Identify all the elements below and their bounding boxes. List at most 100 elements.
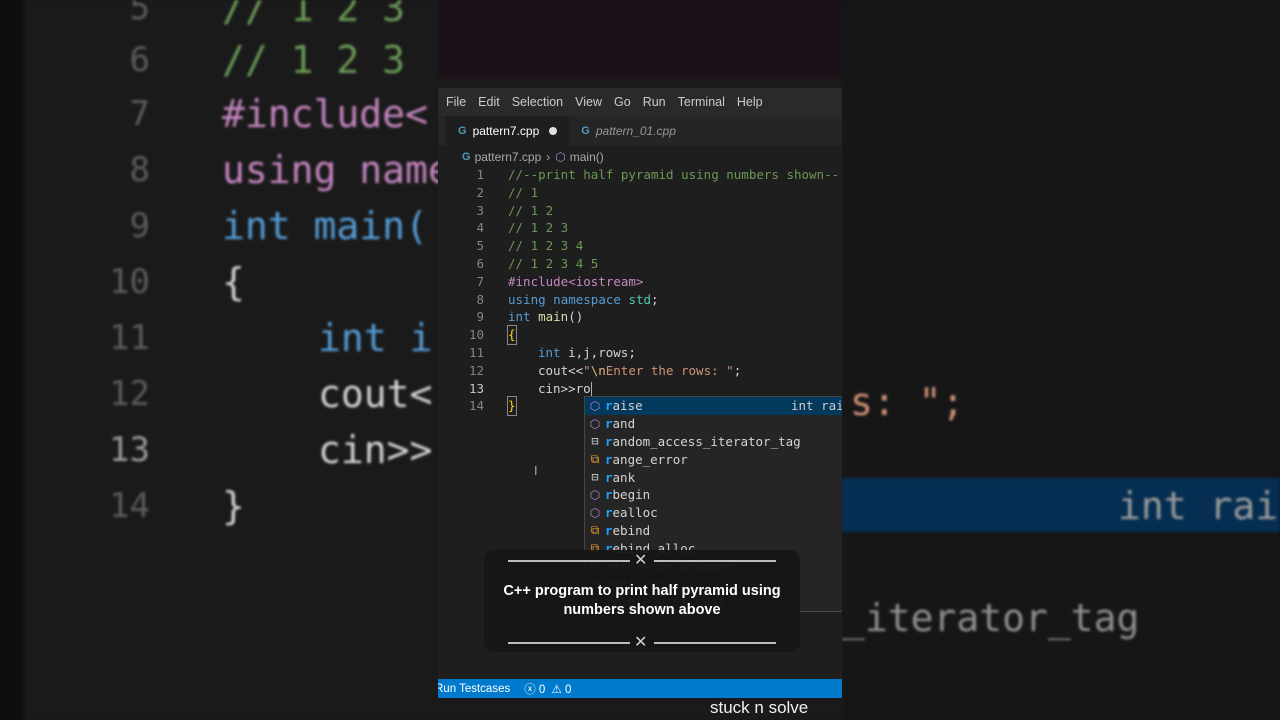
breadcrumb-file[interactable]: pattern7.cpp [475, 150, 542, 164]
background-top-band [438, 0, 842, 78]
unsaved-dot-icon[interactable] [549, 127, 558, 135]
function-name: main [538, 309, 569, 325]
tab-pattern7[interactable]: G pattern7.cpp [446, 116, 570, 146]
line-number: 5 [476, 238, 484, 254]
run-testcases-button[interactable]: Run Testcases [438, 683, 510, 695]
code-line: 11 int i,j,rows; [438, 344, 842, 362]
code-text: // 1 2 3 4 5 [508, 256, 599, 271]
background-code-text: cout< [318, 372, 433, 416]
warning-count: 0 [565, 683, 572, 696]
background-code-text: } [222, 484, 245, 528]
suggestion-match: r [605, 505, 613, 521]
close-x-icon: ✕ [634, 550, 648, 569]
suggestion-item[interactable]: ⊟ r andom_access_iterator_tag [585, 433, 842, 451]
background-line-number: 10 [109, 262, 150, 302]
cpp-file-icon: G [581, 125, 590, 137]
method-cube-icon: ⬡ [589, 505, 601, 520]
suggestion-label: begin [612, 487, 651, 503]
background-code-text: using name [222, 148, 451, 192]
background-left-edge [0, 0, 24, 720]
suggestion-label: ank [612, 469, 636, 485]
code-text: cin>>ro [538, 380, 592, 398]
code-line: 8 using namespace std; [438, 291, 842, 309]
suggestion-item[interactable]: ⬡ r and [585, 415, 842, 433]
code-text: //--print half pyramid using numbers sho… [508, 167, 840, 182]
line-number: 2 [476, 184, 484, 200]
menu-edit[interactable]: Edit [472, 88, 506, 116]
background-line-number: 6 [129, 40, 150, 80]
menu-terminal[interactable]: Terminal [672, 88, 731, 116]
code-text: cout<<"\nEnter the rows: "; [538, 362, 741, 380]
method-cube-icon: ⬡ [589, 398, 601, 413]
struct-icon: ⊟ [591, 470, 599, 485]
background-code-text: cin>> [318, 428, 433, 472]
tab-label: pattern_01.cpp [595, 124, 676, 138]
line-number: 8 [476, 291, 484, 307]
caption-rule [508, 642, 630, 644]
menu-selection[interactable]: Selection [506, 88, 569, 116]
background-line-number: 9 [129, 206, 150, 246]
class-icon: ⧉ [590, 451, 600, 466]
background-line-number: 8 [129, 150, 150, 190]
tab-pattern-01[interactable]: G pattern_01.cpp [569, 116, 688, 146]
suggestion-label: ebind [612, 522, 651, 538]
code-text: int main() [508, 308, 583, 326]
ibeam-cursor-icon: I [534, 464, 538, 478]
suggestion-label: andom_access_iterator_tag [612, 433, 801, 449]
background-code-text: { [222, 260, 245, 304]
caption-line-1: C++ program to print half pyramid using [503, 583, 781, 599]
code-line: 9 int main() [438, 308, 842, 326]
escape-sequence: \n [590, 362, 606, 378]
caption-rule [508, 560, 630, 562]
line-number: 7 [476, 273, 484, 289]
line-number: 13 [468, 380, 484, 396]
menu-go[interactable]: Go [608, 88, 637, 116]
suggestion-item[interactable]: ⧉ r ebind [585, 522, 842, 540]
code-text: #include<iostream> [508, 273, 644, 289]
cin-statement: cin>>ro [538, 380, 591, 396]
menu-view[interactable]: View [569, 88, 608, 116]
caption-rule [654, 560, 776, 562]
code-text: // 1 2 [508, 202, 554, 218]
menu-help[interactable]: Help [731, 88, 769, 116]
cout-stream: cout<< [538, 362, 584, 378]
suggestion-item[interactable]: ⬡ r begin [585, 486, 842, 504]
line-number: 3 [476, 202, 484, 218]
code-line: 1 //--print half pyramid using numbers sh… [438, 166, 842, 184]
suggestion-label: and [612, 416, 636, 432]
problems-indicator[interactable]: ⓧ 0 ⚠ 0 [524, 681, 571, 697]
menu-run[interactable]: Run [637, 88, 672, 116]
punctuation: ; [651, 291, 659, 307]
code-line: 12 cout<<"\nEnter the rows: "; [438, 362, 842, 380]
error-circle-icon: ⓧ [524, 683, 536, 696]
menu-file[interactable]: File [440, 88, 472, 116]
line-number: 12 [468, 362, 484, 378]
suggestion-item[interactable]: ⊟ r ank [585, 468, 842, 486]
error-count: 0 [538, 683, 546, 696]
caption-rule [654, 642, 776, 644]
breadcrumb-symbol[interactable]: main() [570, 150, 604, 164]
suggestion-label: ealloc [612, 505, 658, 521]
editor-tabs: G pattern7.cpp G pattern_01.cpp [438, 116, 842, 146]
line-number: 1 [476, 167, 484, 182]
suggestion-item[interactable]: ⬡ r aise int rai [585, 397, 842, 415]
breadcrumb: G pattern7.cpp › ⬡ main() [438, 146, 842, 168]
keyword: using [508, 291, 546, 307]
code-line: 2 // 1 [438, 184, 842, 202]
code-text: using namespace std; [508, 291, 659, 309]
suggestion-match: r [605, 398, 613, 414]
background-detail-fragment: int rai [1118, 484, 1279, 528]
code-text: // 1 2 3 4 [508, 238, 584, 254]
method-cube-icon: ⬡ [589, 487, 601, 502]
code-text: // 1 [508, 184, 539, 200]
suggestion-item[interactable]: ⧉ r ange_error [585, 450, 842, 468]
code-line: 3 // 1 2 [438, 202, 842, 220]
brace-open: { [507, 325, 517, 346]
suggestion-label: ange_error [612, 451, 688, 467]
background-code-text: // 1 2 3 [222, 38, 406, 82]
tab-label: pattern7.cpp [472, 124, 540, 138]
caption-overlay: ✕ C++ program to print half pyramid usin… [484, 550, 800, 652]
suggestion-item[interactable]: ⬡ r ealloc [585, 504, 842, 522]
suggestion-detail: int rai [791, 398, 842, 414]
struct-icon: ⊟ [591, 434, 599, 449]
